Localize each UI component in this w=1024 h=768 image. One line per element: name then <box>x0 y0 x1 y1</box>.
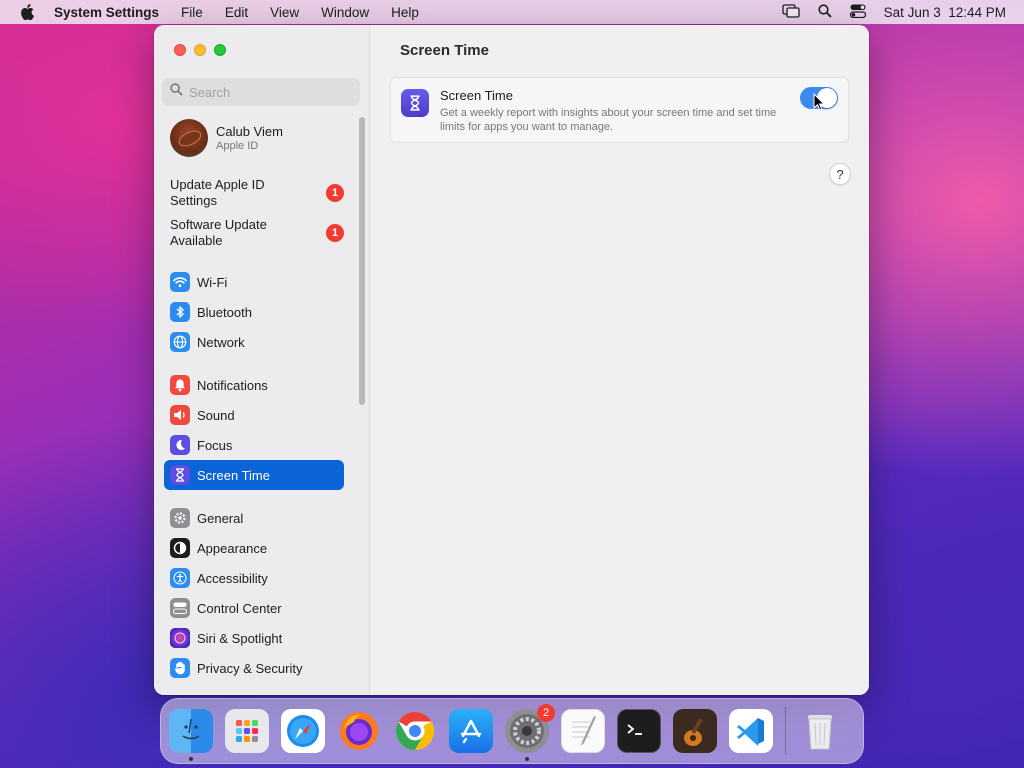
finder-icon[interactable] <box>169 709 213 761</box>
appearance-icon <box>170 538 190 558</box>
sidebar-item-label: Screen Time <box>197 467 270 483</box>
dock: 2 <box>160 698 864 764</box>
moon-icon <box>170 435 190 455</box>
running-indicator <box>525 757 529 761</box>
menu-bar: System Settings File Edit View Window He… <box>0 0 1024 24</box>
accessibility-icon <box>170 568 190 588</box>
sidebar-item-label: Bluetooth <box>197 304 252 320</box>
mouse-pointer-icon <box>813 92 826 116</box>
search-field[interactable] <box>162 78 360 106</box>
sidebar-item-label: Focus <box>197 437 233 453</box>
sidebar-item-siri-spotlight[interactable]: Siri & Spotlight <box>164 623 344 653</box>
alert-badge: 1 <box>326 184 344 202</box>
spotlight-search-icon[interactable] <box>818 3 832 21</box>
sidebar-item-general[interactable]: General <box>164 503 344 533</box>
search-icon <box>170 83 183 101</box>
vscode-icon[interactable] <box>729 709 773 753</box>
minimize-button[interactable] <box>194 44 206 56</box>
sidebar-item-appearance[interactable]: Appearance <box>164 533 344 563</box>
running-indicator <box>189 757 193 761</box>
wifi-icon <box>170 272 190 292</box>
hourglass-icon <box>170 465 190 485</box>
zoom-button[interactable] <box>214 44 226 56</box>
menu-help[interactable]: Help <box>380 5 430 20</box>
sidebar-item-notifications[interactable]: Notifications <box>164 370 344 400</box>
menu-window[interactable]: Window <box>310 5 380 20</box>
account-name: Calub Viem <box>216 124 283 139</box>
sidebar-item-control-center[interactable]: Control Center <box>164 593 344 623</box>
garageband-icon[interactable] <box>673 709 717 753</box>
sidebar-item-bluetooth[interactable]: Bluetooth <box>164 297 344 327</box>
sidebar-scrollbar[interactable] <box>359 117 365 405</box>
menu-file[interactable]: File <box>170 5 214 20</box>
sidebar-item-focus[interactable]: Focus <box>164 430 344 460</box>
firefox-icon[interactable] <box>337 709 381 753</box>
close-button[interactable] <box>174 44 186 56</box>
bluetooth-icon <box>170 302 190 322</box>
control-center-icon[interactable] <box>849 4 866 21</box>
settings-window: Calub Viem Apple ID Update Apple ID Sett… <box>154 25 869 695</box>
dock-separator <box>785 707 786 755</box>
launchpad-icon[interactable] <box>225 709 269 753</box>
sidebar-item-accessibility[interactable]: Accessibility <box>164 563 344 593</box>
card-description: Get a weekly report with insights about … <box>440 107 777 133</box>
alert-badge: 1 <box>326 224 344 242</box>
menu-view[interactable]: View <box>259 5 310 20</box>
alert-update-apple-id[interactable]: Update Apple ID Settings 1 <box>170 177 344 209</box>
sidebar: Calub Viem Apple ID Update Apple ID Sett… <box>154 25 370 695</box>
notification-badge: 2 <box>537 704 555 722</box>
window-controls <box>174 44 226 56</box>
apple-id-account[interactable]: Calub Viem Apple ID <box>170 119 283 157</box>
chrome-icon[interactable] <box>393 709 437 753</box>
sidebar-item-label: Appearance <box>197 540 268 556</box>
app-name-menu[interactable]: System Settings <box>54 5 170 20</box>
help-button[interactable]: ? <box>829 163 851 185</box>
gear-icon <box>170 508 190 528</box>
menu-clock[interactable]: Sat Jun 3 12:44 PM <box>884 5 1006 20</box>
sidebar-item-network[interactable]: Network <box>164 327 344 357</box>
sidebar-item-label: Notifications <box>197 377 268 393</box>
apple-menu-icon[interactable] <box>0 4 54 20</box>
alert-label: Software Update Available <box>170 217 267 248</box>
bell-icon <box>170 375 190 395</box>
account-subtitle: Apple ID <box>216 140 259 152</box>
trash-icon[interactable] <box>798 709 842 753</box>
terminal-icon[interactable] <box>617 709 661 753</box>
sidebar-item-label: Accessibility <box>197 570 268 586</box>
sidebar-item-label: Control Center <box>197 600 282 616</box>
hourglass-icon <box>401 89 429 117</box>
screen-time-card: Screen Time Get a weekly report with ins… <box>390 77 849 143</box>
siri-icon <box>170 628 190 648</box>
screen-mirroring-icon[interactable] <box>782 3 800 21</box>
sidebar-item-privacy-security[interactable]: Privacy & Security <box>164 653 344 683</box>
main-pane: Screen Time Screen Time Get a weekly rep… <box>370 25 869 695</box>
sidebar-item-label: Wi-Fi <box>197 274 228 290</box>
sidebar-item-label: General <box>197 510 244 526</box>
sidebar-item-sound[interactable]: Sound <box>164 400 344 430</box>
control-center-icon <box>170 598 190 618</box>
globe-icon <box>170 332 190 352</box>
card-title: Screen Time <box>440 88 513 103</box>
safari-icon[interactable] <box>281 709 325 753</box>
system-settings-icon[interactable]: 2 <box>505 704 555 761</box>
alert-software-update[interactable]: Software Update Available 1 <box>170 217 344 249</box>
textedit-icon[interactable] <box>561 709 605 753</box>
sidebar-item-label: Sound <box>197 407 235 423</box>
search-input[interactable] <box>189 84 349 100</box>
alert-label: Update Apple ID Settings <box>170 177 265 208</box>
menu-edit[interactable]: Edit <box>214 5 259 20</box>
sidebar-item-wifi[interactable]: Wi-Fi <box>164 267 344 297</box>
app-store-icon[interactable] <box>449 709 493 753</box>
sidebar-item-label: Privacy & Security <box>197 660 303 676</box>
sidebar-item-label: Network <box>197 334 245 350</box>
page-title: Screen Time <box>400 42 489 59</box>
hand-icon <box>170 658 190 678</box>
speaker-icon <box>170 405 190 425</box>
sidebar-item-label: Siri & Spotlight <box>197 630 283 646</box>
avatar <box>170 119 208 157</box>
sidebar-item-screen-time[interactable]: Screen Time <box>164 460 344 490</box>
